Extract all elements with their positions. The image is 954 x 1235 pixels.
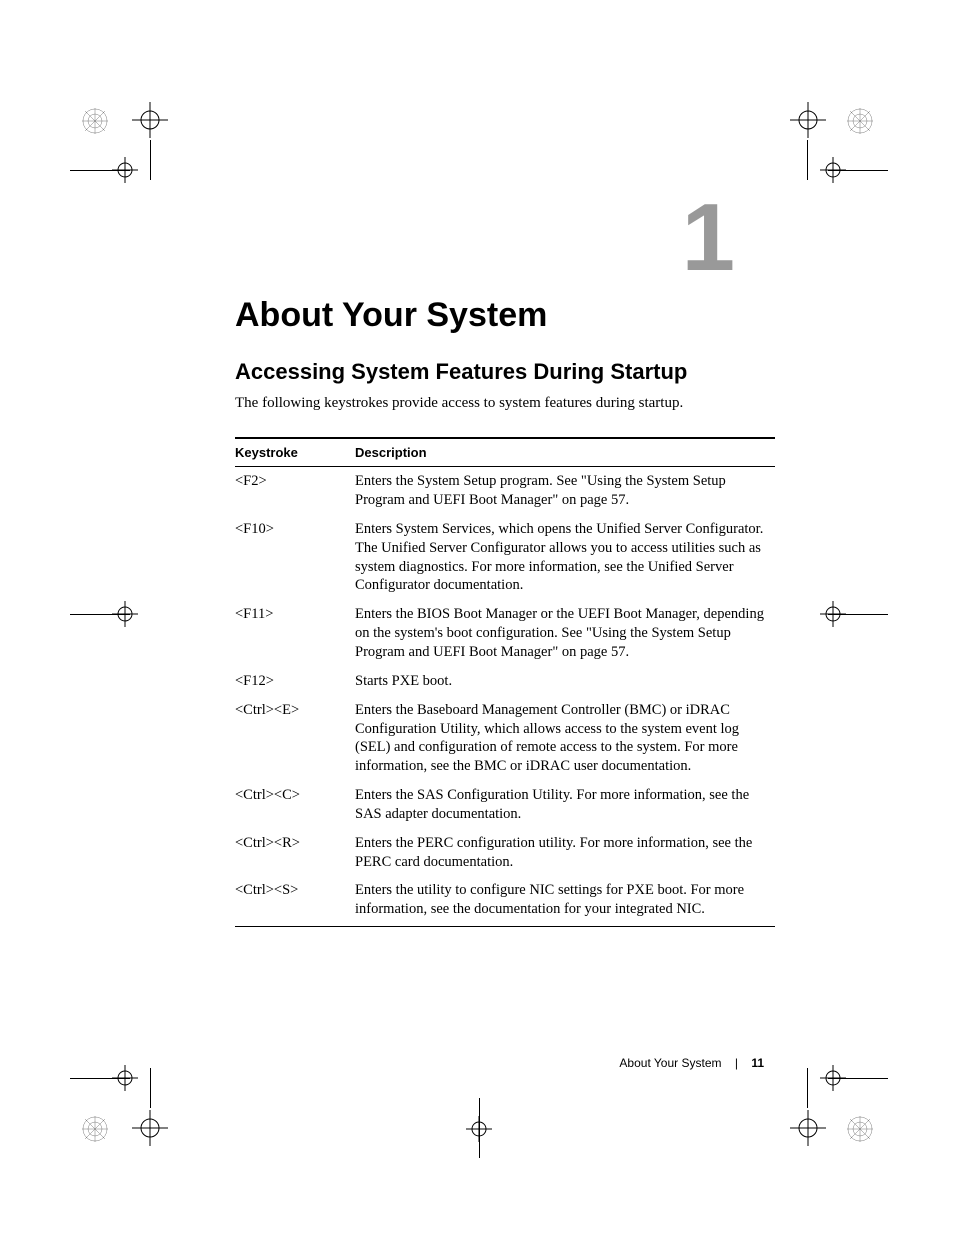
rosette-bottom-right — [845, 1114, 875, 1144]
crosshair-top-right — [788, 100, 828, 140]
page-title: About Your System — [235, 296, 775, 335]
cell-keystroke: <Ctrl><E> — [235, 696, 355, 781]
crosshair-top-left — [130, 100, 170, 140]
table-row: <Ctrl><E> Enters the Baseboard Managemen… — [235, 696, 775, 781]
crosshair-left-mid — [112, 601, 138, 627]
crosshair-bottom-left2 — [112, 1065, 138, 1091]
crosshair-bottom-left — [130, 1108, 170, 1148]
cell-keystroke: <Ctrl><R> — [235, 829, 355, 877]
table-row: <F12> Starts PXE boot. — [235, 667, 775, 696]
table-row: <F11> Enters the BIOS Boot Manager or th… — [235, 600, 775, 667]
cell-description: Enters the System Setup program. See "Us… — [355, 467, 775, 515]
footer-section-name: About Your System — [619, 1056, 721, 1070]
crosshair-bottom-right2 — [820, 1065, 846, 1091]
crosshair-right-mid — [820, 601, 846, 627]
crosshair-top-right2 — [820, 157, 846, 183]
th-keystroke: Keystroke — [235, 438, 355, 467]
chapter-number: 1 — [235, 190, 775, 286]
crop-line-brv — [807, 1068, 808, 1108]
crop-line-blv — [150, 1068, 151, 1108]
table-row: <F2> Enters the System Setup program. Se… — [235, 467, 775, 515]
rosette-bottom-left — [80, 1114, 110, 1144]
crosshair-bottom-center — [466, 1116, 492, 1142]
cell-keystroke: <F2> — [235, 467, 355, 515]
th-description: Description — [355, 438, 775, 467]
page-footer: About Your System | 11 — [619, 1056, 764, 1070]
table-row: <Ctrl><C> Enters the SAS Configuration U… — [235, 781, 775, 829]
keystroke-table: Keystroke Description <F2> Enters the Sy… — [235, 437, 775, 927]
crop-line-trv — [807, 140, 808, 180]
intro-paragraph: The following keystrokes provide access … — [235, 393, 775, 413]
table-row: <Ctrl><S> Enters the utility to configur… — [235, 876, 775, 926]
content-area: 1 About Your System Accessing System Fea… — [235, 190, 775, 927]
cell-description: Enters System Services, which opens the … — [355, 515, 775, 600]
section-title: Accessing System Features During Startup — [235, 359, 775, 385]
rosette-top-right — [845, 106, 875, 136]
footer-page-number: 11 — [751, 1056, 764, 1070]
cell-description: Enters the Baseboard Management Controll… — [355, 696, 775, 781]
cell-keystroke: <Ctrl><C> — [235, 781, 355, 829]
table-row: <Ctrl><R> Enters the PERC configuration … — [235, 829, 775, 877]
cell-description: Enters the BIOS Boot Manager or the UEFI… — [355, 600, 775, 667]
cell-keystroke: <F11> — [235, 600, 355, 667]
footer-separator: | — [735, 1056, 738, 1070]
cell-description: Enters the SAS Configuration Utility. Fo… — [355, 781, 775, 829]
table-row: <F10> Enters System Services, which open… — [235, 515, 775, 600]
cell-description: Enters the PERC configuration utility. F… — [355, 829, 775, 877]
cell-keystroke: <Ctrl><S> — [235, 876, 355, 926]
cell-keystroke: <F12> — [235, 667, 355, 696]
cell-description: Starts PXE boot. — [355, 667, 775, 696]
crosshair-bottom-right — [788, 1108, 828, 1148]
cell-description: Enters the utility to configure NIC sett… — [355, 876, 775, 926]
page-root: 1 About Your System Accessing System Fea… — [0, 0, 954, 1235]
rosette-top-left — [80, 106, 110, 136]
crop-line-tlv — [150, 140, 151, 180]
crosshair-top-left2 — [112, 157, 138, 183]
cell-keystroke: <F10> — [235, 515, 355, 600]
